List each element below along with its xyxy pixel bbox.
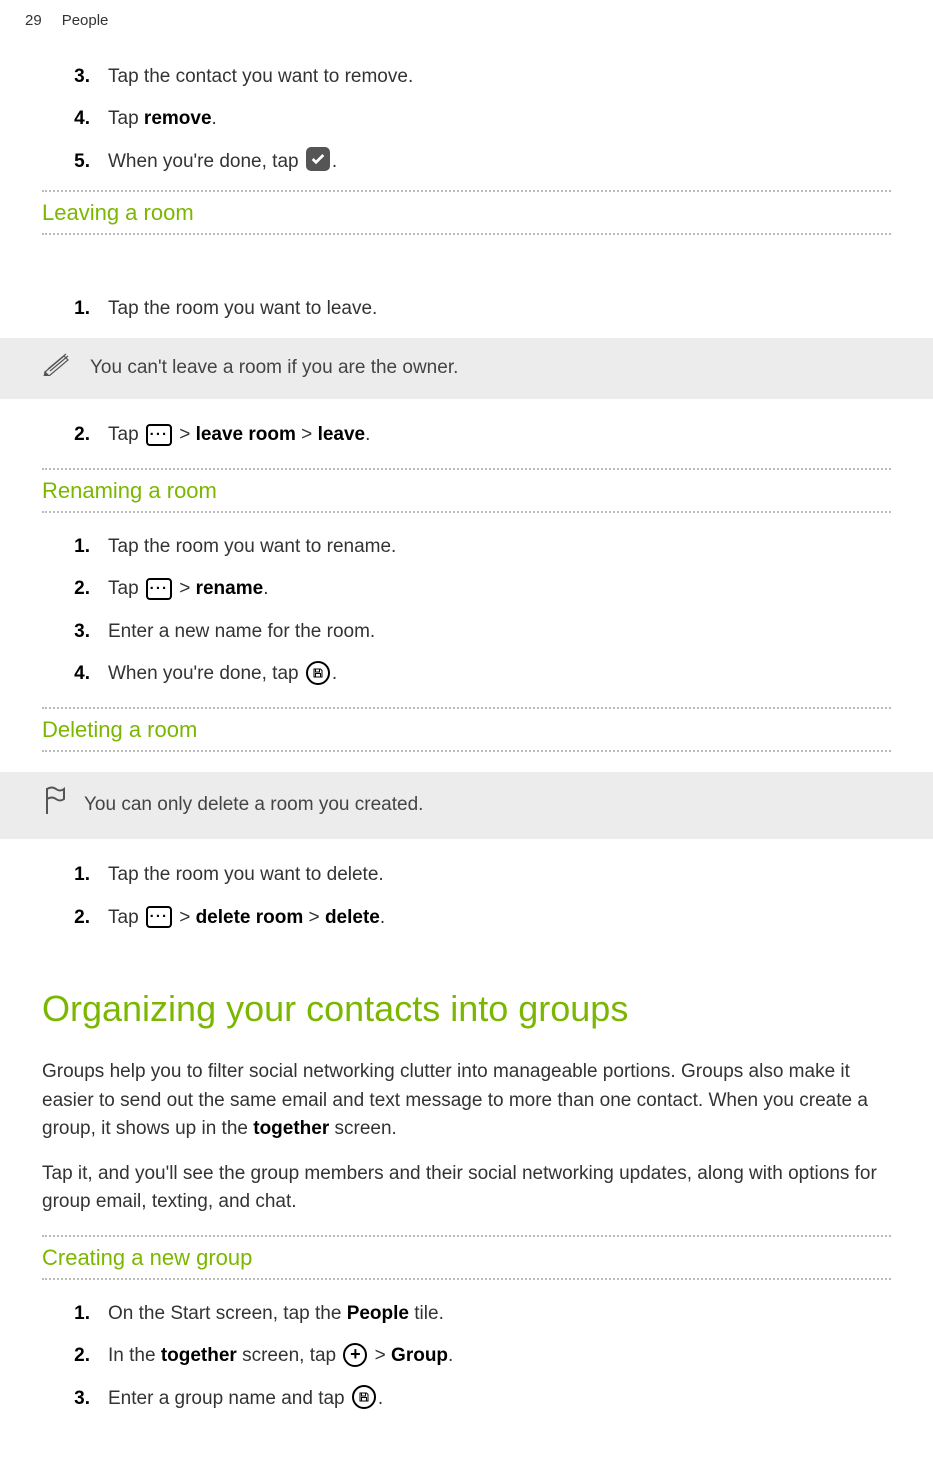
step-text: Tap the contact you want to remove.	[108, 63, 891, 92]
remove-contact-steps: 3. Tap the contact you want to remove. 4…	[72, 63, 891, 177]
creating-steps: 1. On the Start screen, tap the People t…	[72, 1300, 891, 1414]
step-number: 5.	[72, 148, 90, 177]
list-item: 2. Tap ... > leave room > leave.	[72, 421, 891, 450]
section-heading-deleting: Deleting a room	[42, 707, 891, 752]
step-number: 3.	[72, 63, 90, 92]
step-text: Tap the room you want to delete.	[108, 861, 891, 890]
note-text: You can only delete a room you created.	[84, 791, 423, 820]
paragraph: Tap it, and you'll see the group members…	[42, 1160, 891, 1217]
paragraph: Groups help you to filter social network…	[42, 1058, 891, 1144]
list-item: 2. In the together screen, tap + > Group…	[72, 1342, 891, 1371]
step-text: Tap the room you want to rename.	[108, 533, 891, 562]
step-number: 4.	[72, 660, 90, 689]
list-item: 1. Tap the room you want to rename.	[72, 533, 891, 562]
leaving-steps-2: 2. Tap ... > leave room > leave.	[72, 421, 891, 450]
flag-icon	[42, 786, 66, 826]
step-number: 3.	[72, 1385, 90, 1414]
step-number: 2.	[72, 575, 90, 604]
step-text: Tap remove.	[108, 105, 891, 134]
step-text: Tap the room you want to leave.	[108, 295, 891, 324]
step-number: 1.	[72, 861, 90, 890]
step-number: 1.	[72, 295, 90, 324]
list-item: 1. Tap the room you want to delete.	[72, 861, 891, 890]
step-text: Tap ... > rename.	[108, 575, 891, 604]
page-header: 29 People	[0, 10, 933, 63]
list-item: 2. Tap ... > delete room > delete.	[72, 904, 891, 933]
step-text: Enter a group name and tap .	[108, 1385, 891, 1414]
step-number: 1.	[72, 1300, 90, 1329]
list-item: 1. On the Start screen, tap the People t…	[72, 1300, 891, 1329]
list-item: 4. Tap remove.	[72, 105, 891, 134]
step-number: 2.	[72, 1342, 90, 1371]
note-box: You can only delete a room you created.	[0, 772, 933, 840]
step-text: Enter a new name for the room.	[108, 618, 891, 647]
step-number: 1.	[72, 533, 90, 562]
step-text: Tap ... > delete room > delete.	[108, 904, 891, 933]
main-heading-organizing: Organizing your contacts into groups	[42, 982, 891, 1036]
step-text: When you're done, tap .	[108, 148, 891, 177]
step-text: Tap ... > leave room > leave.	[108, 421, 891, 450]
step-number: 4.	[72, 105, 90, 134]
checkmark-icon	[306, 147, 330, 171]
section-heading-renaming: Renaming a room	[42, 468, 891, 513]
save-icon	[306, 661, 330, 685]
deleting-steps: 1. Tap the room you want to delete. 2. T…	[72, 861, 891, 932]
more-icon: ...	[146, 578, 172, 600]
section-heading-creating: Creating a new group	[42, 1235, 891, 1280]
note-box: You can't leave a room if you are the ow…	[0, 338, 933, 400]
list-item: 3. Enter a new name for the room.	[72, 618, 891, 647]
save-icon	[352, 1385, 376, 1409]
more-icon: ...	[146, 906, 172, 928]
leaving-steps: 1. Tap the room you want to leave.	[72, 295, 891, 324]
list-item: 5. When you're done, tap .	[72, 148, 891, 177]
list-item: 3. Tap the contact you want to remove.	[72, 63, 891, 92]
step-number: 2.	[72, 421, 90, 450]
list-item: 2. Tap ... > rename.	[72, 575, 891, 604]
list-item: 3. Enter a group name and tap .	[72, 1385, 891, 1414]
step-text: When you're done, tap .	[108, 660, 891, 689]
more-icon: ...	[146, 424, 172, 446]
list-item: 1. Tap the room you want to leave.	[72, 295, 891, 324]
header-section: People	[62, 10, 109, 33]
section-heading-leaving: Leaving a room	[42, 190, 891, 235]
plus-icon: +	[343, 1343, 367, 1367]
renaming-steps: 1. Tap the room you want to rename. 2. T…	[72, 533, 891, 689]
step-number: 3.	[72, 618, 90, 647]
step-number: 2.	[72, 904, 90, 933]
pencil-icon	[42, 352, 72, 386]
note-text: You can't leave a room if you are the ow…	[90, 354, 458, 383]
list-item: 4. When you're done, tap .	[72, 660, 891, 689]
step-text: On the Start screen, tap the People tile…	[108, 1300, 891, 1329]
step-text: In the together screen, tap + > Group.	[108, 1342, 891, 1371]
page-number: 29	[25, 10, 42, 33]
